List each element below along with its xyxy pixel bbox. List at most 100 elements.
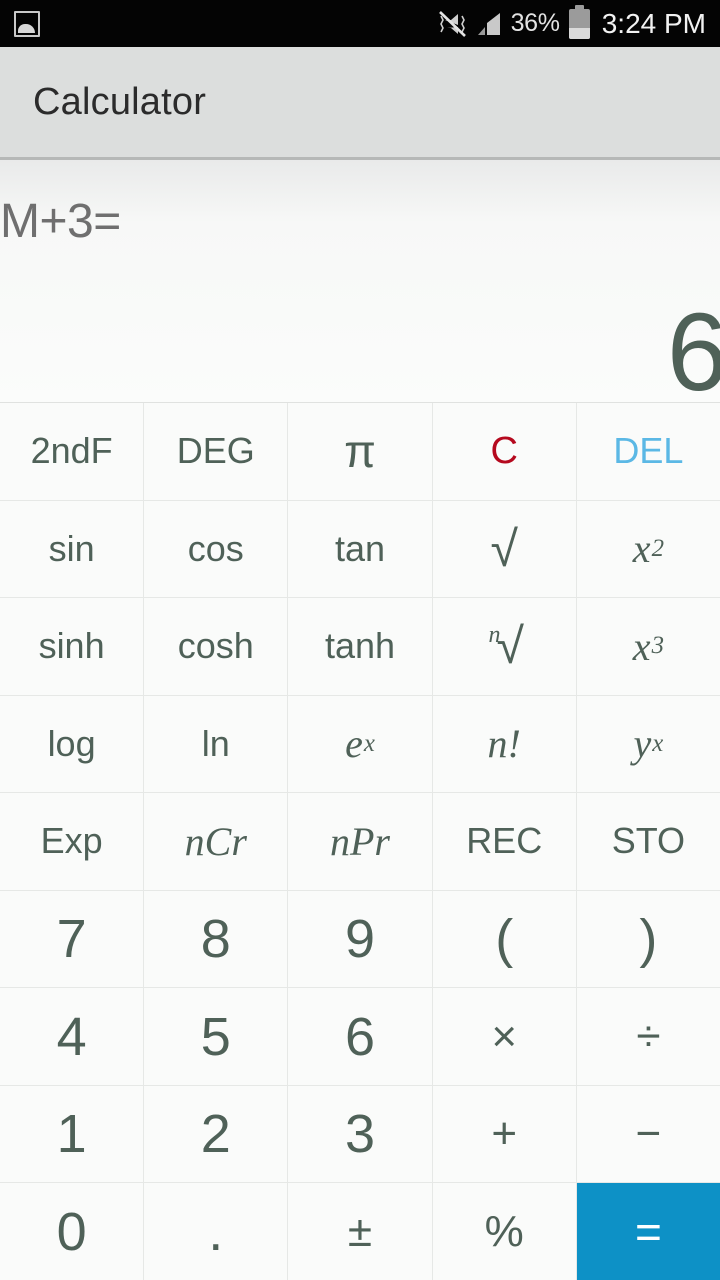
result-text: 6 bbox=[666, 291, 720, 403]
key-equals[interactable]: = bbox=[576, 1183, 720, 1280]
key-label: = bbox=[634, 1205, 662, 1258]
key-e-to-x[interactable]: ex bbox=[288, 695, 432, 793]
key-label: sinh bbox=[38, 625, 105, 667]
key-label: 5 bbox=[200, 1006, 231, 1067]
key-label: x bbox=[632, 623, 651, 669]
key-4[interactable]: 4 bbox=[0, 988, 144, 1085]
key-multiply[interactable]: × bbox=[432, 988, 576, 1085]
key-sin[interactable]: sin bbox=[0, 500, 144, 598]
key-plus-minus[interactable]: ± bbox=[288, 1183, 432, 1280]
signal-bars-icon bbox=[477, 12, 500, 35]
key-superscript: 2 bbox=[651, 534, 664, 562]
key-label: √ bbox=[490, 520, 518, 577]
key-label: 0 bbox=[56, 1201, 87, 1262]
key-label: 3 bbox=[344, 1104, 376, 1165]
key-close-paren[interactable]: ) bbox=[576, 890, 720, 988]
key-label: log bbox=[47, 722, 96, 764]
expression-text: M+3= bbox=[0, 195, 121, 248]
key-label: 4 bbox=[56, 1006, 87, 1067]
key-percent[interactable]: % bbox=[432, 1183, 576, 1280]
key-tanh[interactable]: tanh bbox=[288, 598, 432, 695]
app-title-bar: Calculator bbox=[0, 47, 720, 160]
key-2[interactable]: 2 bbox=[144, 1085, 288, 1183]
key-divide[interactable]: ÷ bbox=[576, 988, 720, 1085]
key-factorial[interactable]: n! bbox=[432, 695, 576, 793]
key-label: tanh bbox=[324, 625, 396, 667]
key-label: + bbox=[491, 1109, 518, 1159]
key-6[interactable]: 6 bbox=[288, 988, 432, 1085]
key-3[interactable]: 3 bbox=[288, 1085, 432, 1183]
key-0[interactable]: 0 bbox=[0, 1183, 144, 1280]
key-2ndf[interactable]: 2ndF bbox=[0, 403, 144, 500]
key-nth-root[interactable]: n √ bbox=[432, 598, 576, 695]
root-index: n bbox=[488, 621, 501, 648]
key-decimal-point[interactable]: . bbox=[144, 1183, 288, 1280]
key-plus[interactable]: + bbox=[432, 1085, 576, 1183]
key-label: % bbox=[484, 1206, 524, 1256]
photo-icon bbox=[14, 10, 40, 37]
key-1[interactable]: 1 bbox=[0, 1085, 144, 1183]
key-x-cubed[interactable]: x3 bbox=[576, 598, 720, 695]
key-label: 9 bbox=[344, 909, 376, 970]
key-log[interactable]: log bbox=[0, 695, 144, 793]
key-sinh[interactable]: sinh bbox=[0, 598, 144, 695]
key-label: e bbox=[345, 721, 363, 767]
key-label: REC bbox=[466, 820, 543, 862]
key-sqrt[interactable]: √ bbox=[432, 500, 576, 598]
key-label: . bbox=[208, 1201, 224, 1262]
key-deg[interactable]: DEG bbox=[144, 403, 288, 500]
key-label: 6 bbox=[344, 1006, 376, 1067]
key-y-to-x[interactable]: yx bbox=[576, 695, 720, 793]
key-label: y bbox=[633, 721, 652, 767]
calculator-display[interactable]: M+3= 6 bbox=[0, 160, 720, 402]
key-delete[interactable]: DEL bbox=[576, 403, 720, 500]
key-label: 2ndF bbox=[30, 430, 113, 472]
key-cosh[interactable]: cosh bbox=[144, 598, 288, 695]
status-bar-right: 36% 3:24 PM bbox=[437, 4, 706, 40]
key-label: × bbox=[491, 1011, 518, 1061]
key-tan[interactable]: tan bbox=[288, 500, 432, 598]
key-label: ln bbox=[201, 722, 230, 764]
key-8[interactable]: 8 bbox=[144, 890, 288, 988]
key-7[interactable]: 7 bbox=[0, 890, 144, 988]
key-x-squared[interactable]: x2 bbox=[576, 500, 720, 598]
key-cos[interactable]: cos bbox=[144, 500, 288, 598]
page-title: Calculator bbox=[33, 80, 207, 123]
key-label: ± bbox=[347, 1206, 373, 1256]
vibrate-mute-icon bbox=[438, 10, 466, 37]
key-ln[interactable]: ln bbox=[144, 695, 288, 793]
key-npr[interactable]: nPr bbox=[288, 793, 432, 890]
battery-icon bbox=[568, 4, 590, 39]
key-5[interactable]: 5 bbox=[144, 988, 288, 1085]
key-superscript: x bbox=[363, 729, 375, 757]
key-exp[interactable]: Exp bbox=[0, 793, 144, 890]
key-ncr[interactable]: nCr bbox=[144, 793, 288, 890]
key-label: cosh bbox=[177, 625, 254, 667]
key-label: − bbox=[635, 1109, 662, 1159]
key-9[interactable]: 9 bbox=[288, 890, 432, 988]
key-label: π bbox=[344, 425, 376, 478]
key-label: x bbox=[632, 526, 651, 572]
key-open-paren[interactable]: ( bbox=[432, 890, 576, 988]
status-bar-left bbox=[14, 10, 40, 37]
key-label: DEL bbox=[613, 430, 684, 472]
key-superscript: 3 bbox=[651, 632, 664, 660]
battery-percent-label: 36% bbox=[510, 9, 560, 37]
key-label: 8 bbox=[200, 909, 231, 970]
key-label: ) bbox=[639, 909, 658, 970]
key-label: 7 bbox=[56, 909, 87, 970]
key-label: nPr bbox=[329, 818, 390, 864]
key-clear[interactable]: C bbox=[432, 403, 576, 500]
key-label: STO bbox=[611, 820, 686, 862]
key-sto[interactable]: STO bbox=[576, 793, 720, 890]
key-label: sin bbox=[48, 527, 95, 569]
key-rec[interactable]: REC bbox=[432, 793, 576, 890]
key-label: cos bbox=[187, 527, 244, 569]
key-label: tan bbox=[334, 527, 386, 569]
key-minus[interactable]: − bbox=[576, 1085, 720, 1183]
key-pi[interactable]: π bbox=[288, 403, 432, 500]
key-superscript: x bbox=[652, 729, 664, 757]
key-label: C bbox=[490, 429, 518, 472]
key-label: √ bbox=[496, 618, 524, 675]
key-label: 1 bbox=[56, 1104, 87, 1165]
